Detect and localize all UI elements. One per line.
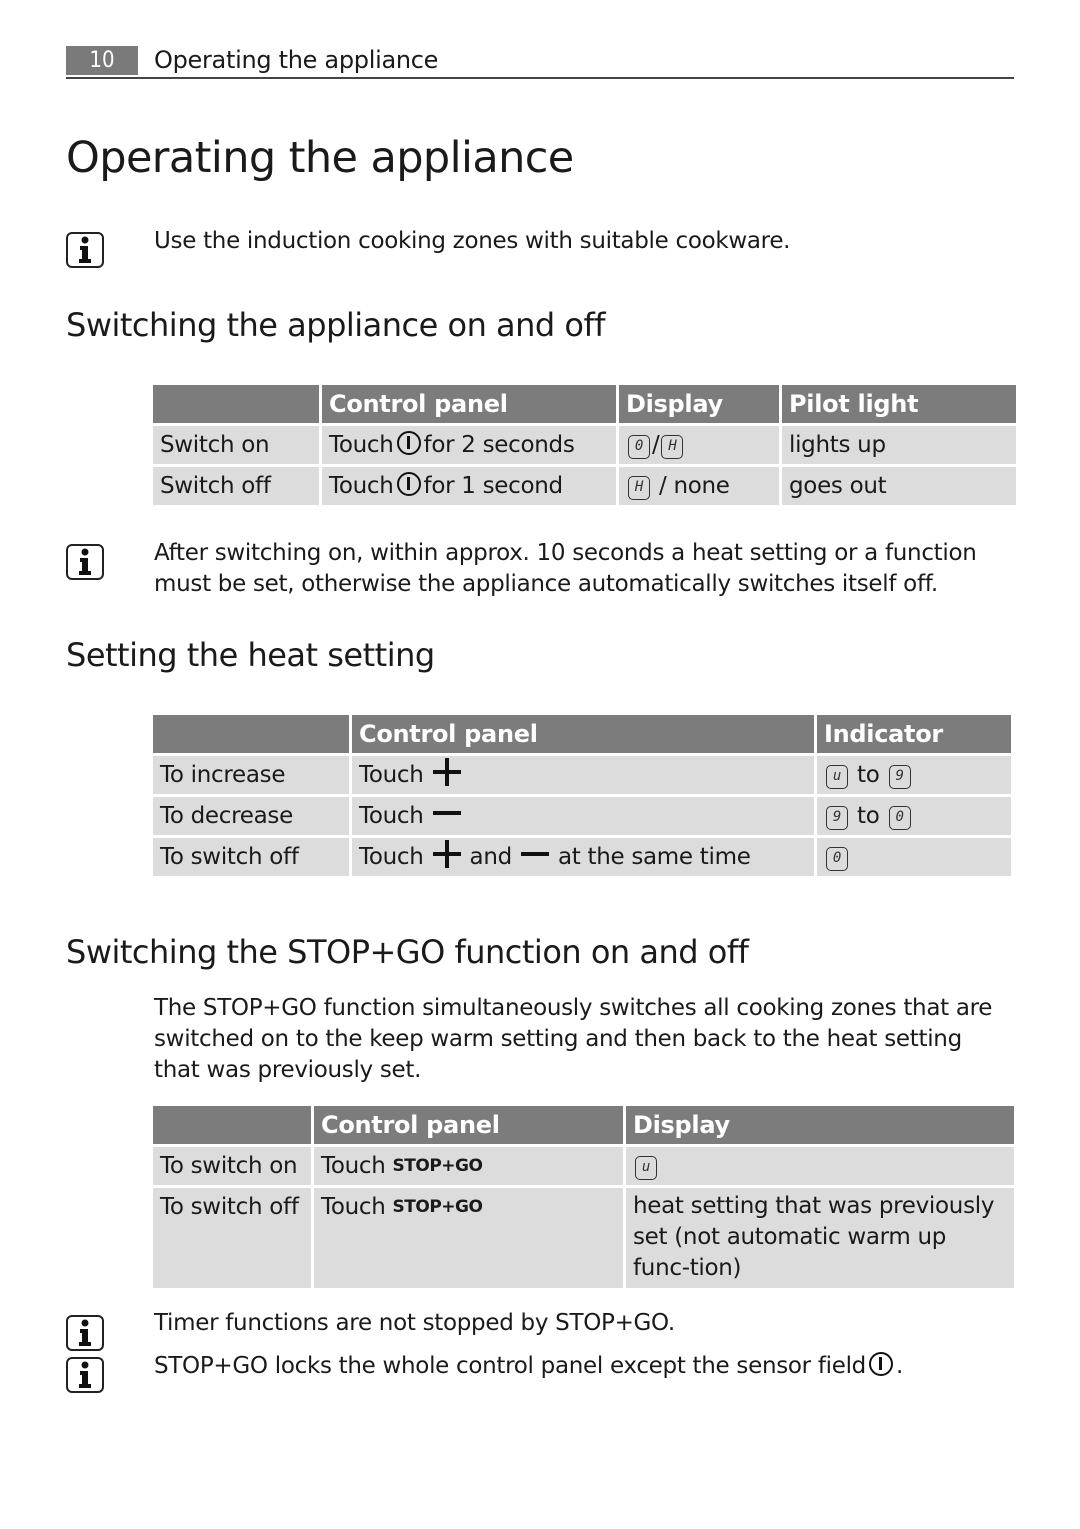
info-icon xyxy=(66,544,104,580)
table-row: To increase Touch u to 9 xyxy=(153,756,1011,794)
column-header: Control panel xyxy=(352,715,814,753)
note-text: STOP+GO locks the whole control panel ex… xyxy=(154,1353,866,1379)
info-icon xyxy=(66,1315,104,1351)
table-header-row: Control panel Display xyxy=(153,1106,1014,1144)
table-on-off: Control panel Display Pilot light Switch… xyxy=(150,382,1019,508)
segment-display-icon: u xyxy=(635,1156,657,1180)
table-row: To switch on Touch STOP+GO u xyxy=(153,1147,1014,1185)
control-cell: Touch for 1 second xyxy=(322,467,616,505)
column-header: Pilot light xyxy=(782,385,1016,423)
page-title: Operating the appliance xyxy=(66,133,574,183)
control-cell: Touch STOP+GO xyxy=(314,1147,623,1185)
table-header-row: Control panel Display Pilot light xyxy=(153,385,1016,423)
note-text-wrap: STOP+GO locks the whole control panel ex… xyxy=(154,1352,903,1379)
display-cell: u xyxy=(626,1147,1014,1185)
column-header: Control panel xyxy=(322,385,616,423)
control-cell: Touch and at the same time xyxy=(352,838,814,876)
column-header xyxy=(153,1106,311,1144)
row-label: To switch on xyxy=(153,1147,311,1185)
row-label: To decrease xyxy=(153,797,349,835)
indicator-cell: 0 xyxy=(817,838,1011,876)
table-row: To decrease Touch 9 to 0 xyxy=(153,797,1011,835)
power-sensor-icon xyxy=(396,472,421,496)
note-text: Timer functions are not stopped by STOP+… xyxy=(154,1310,675,1336)
power-sensor-icon xyxy=(396,431,421,455)
power-sensor-icon xyxy=(868,1352,893,1376)
column-header: Display xyxy=(619,385,779,423)
row-label: Switch off xyxy=(153,467,319,505)
control-cell: Touch for 2 seconds xyxy=(322,426,616,464)
segment-display-icon: 9 xyxy=(826,806,848,830)
and-label: and xyxy=(469,844,513,870)
indicator-cell: 9 to 0 xyxy=(817,797,1011,835)
display-separator: / none xyxy=(659,473,730,499)
touch-label: Touch xyxy=(329,473,394,499)
column-header: Indicator xyxy=(817,715,1011,753)
control-cell: Touch xyxy=(352,797,814,835)
heading-stop-go: Switching the STOP+GO function on and of… xyxy=(66,933,749,971)
page-number: 10 xyxy=(66,46,138,75)
heading-heat-setting: Setting the heat setting xyxy=(66,636,435,674)
display-cell: 0/H xyxy=(619,426,779,464)
control-suffix: at the same time xyxy=(557,844,751,870)
to-label: to xyxy=(857,803,880,829)
column-header xyxy=(153,385,319,423)
row-label: To switch off xyxy=(153,1188,311,1288)
minus-icon xyxy=(520,840,549,868)
segment-display-icon: 0 xyxy=(628,435,650,459)
display-cell: H / none xyxy=(619,467,779,505)
plus-icon xyxy=(432,758,461,786)
table-heat-setting: Control panel Indicator To increase Touc… xyxy=(150,712,1014,879)
table-header-row: Control panel Indicator xyxy=(153,715,1011,753)
row-label: To switch off xyxy=(153,838,349,876)
segment-display-icon: u xyxy=(826,765,848,789)
segment-display-icon: H xyxy=(628,476,650,500)
touch-label: Touch xyxy=(329,432,394,458)
segment-display-icon: 9 xyxy=(888,765,911,789)
page-header: 10 Operating the appliance xyxy=(66,46,1014,79)
display-cell: heat setting that was previously set (no… xyxy=(626,1188,1014,1288)
touch-label: Touch xyxy=(321,1153,386,1179)
note-text: After switching on, within approx. 10 se… xyxy=(154,540,977,597)
row-label: Switch on xyxy=(153,426,319,464)
stop-go-key-label: STOP+GO xyxy=(392,1156,483,1176)
touch-label: Touch xyxy=(359,803,424,829)
segment-display-icon: H xyxy=(661,435,684,459)
info-icon xyxy=(66,1357,104,1393)
table-stop-go: Control panel Display To switch on Touch… xyxy=(150,1103,1017,1291)
control-cell: Touch STOP+GO xyxy=(314,1188,623,1288)
running-title: Operating the appliance xyxy=(154,46,439,74)
column-header: Control panel xyxy=(314,1106,623,1144)
table-row: Switch on Touch for 2 seconds 0/H lights … xyxy=(153,426,1016,464)
stop-go-intro: The STOP+GO function simultaneously swit… xyxy=(154,995,993,1083)
table-row: To switch off Touch STOP+GO heat setting… xyxy=(153,1188,1014,1288)
pilot-cell: goes out xyxy=(782,467,1016,505)
column-header xyxy=(153,715,349,753)
pilot-cell: lights up xyxy=(782,426,1016,464)
control-cell: Touch xyxy=(352,756,814,794)
segment-display-icon: 0 xyxy=(888,806,911,830)
control-suffix: for 1 second xyxy=(423,473,564,499)
minus-icon xyxy=(432,799,461,827)
indicator-cell: u to 9 xyxy=(817,756,1011,794)
info-icon xyxy=(66,232,104,268)
plus-icon xyxy=(432,840,461,868)
segment-display-icon: 0 xyxy=(826,847,848,871)
touch-label: Touch xyxy=(321,1194,386,1220)
row-label: To increase xyxy=(153,756,349,794)
display-separator: / xyxy=(652,432,660,458)
touch-label: Touch xyxy=(359,844,424,870)
column-header: Display xyxy=(626,1106,1014,1144)
table-row: Switch off Touch for 1 second H / none go… xyxy=(153,467,1016,505)
heading-on-off: Switching the appliance on and off xyxy=(66,306,606,344)
table-row: To switch off Touch and at the same time… xyxy=(153,838,1011,876)
to-label: to xyxy=(857,762,880,788)
note-text: Use the induction cooking zones with sui… xyxy=(154,228,791,254)
control-suffix: for 2 seconds xyxy=(423,432,575,458)
stop-go-key-label: STOP+GO xyxy=(392,1197,483,1217)
touch-label: Touch xyxy=(359,762,424,788)
